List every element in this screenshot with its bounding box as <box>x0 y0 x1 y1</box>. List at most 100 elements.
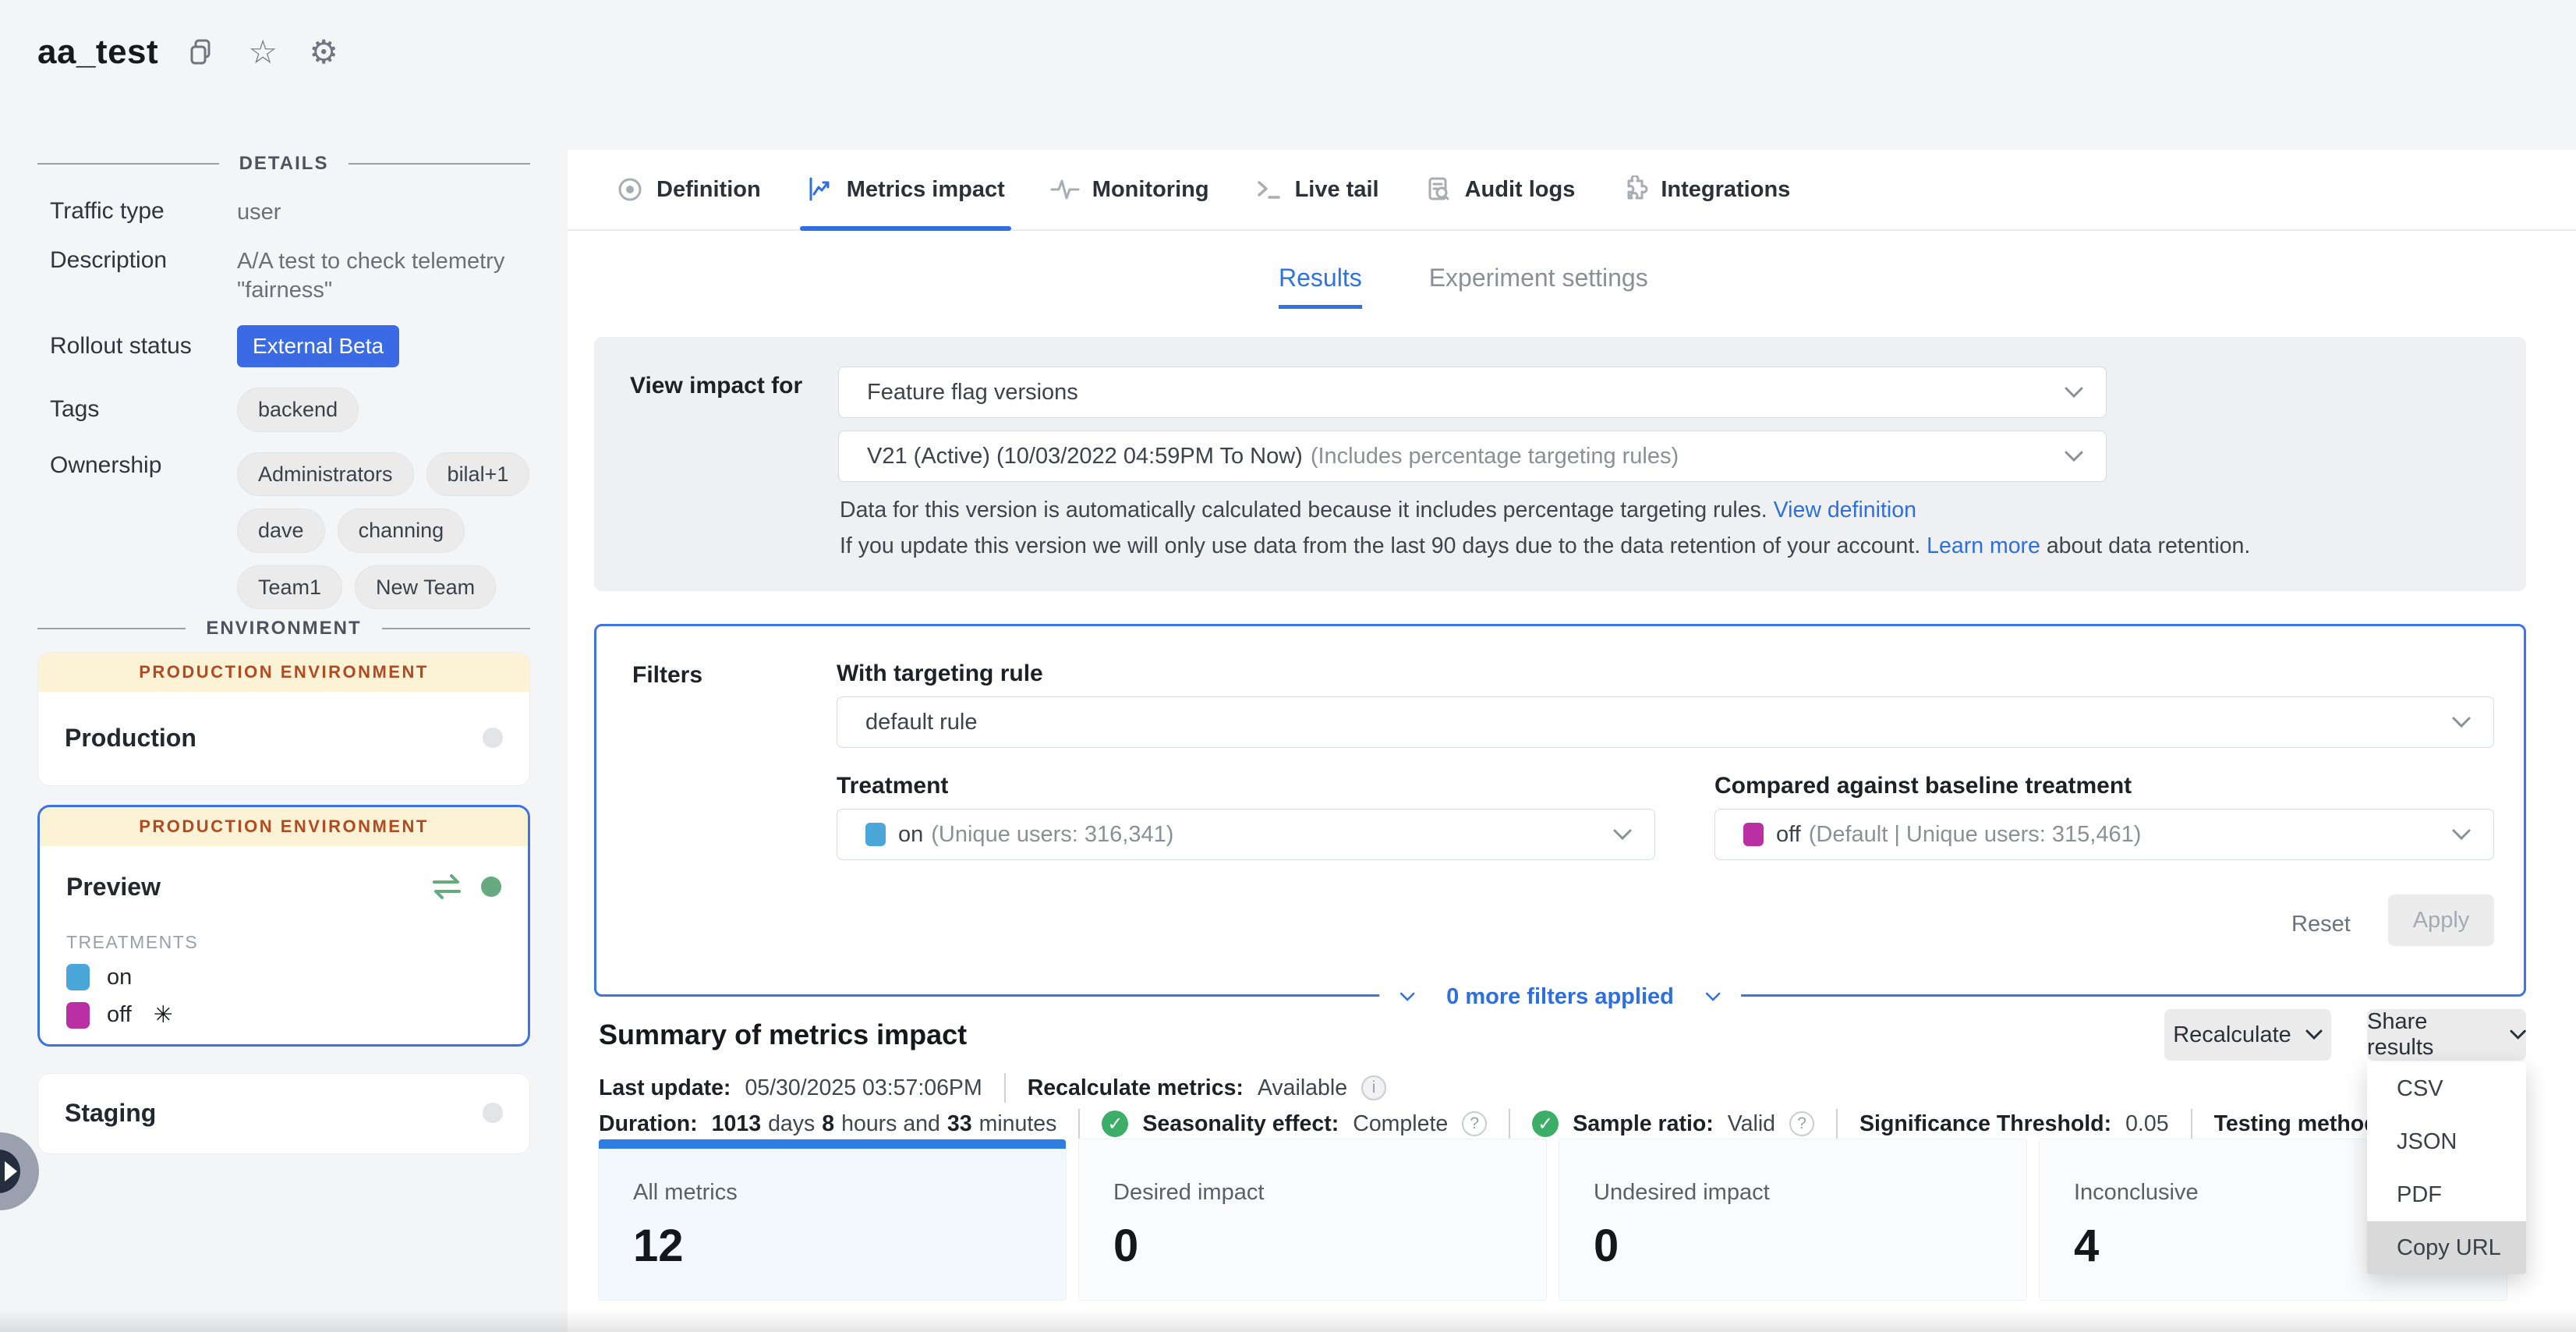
owner-pill[interactable]: bilal+1 <box>426 452 530 497</box>
help-text: If you update this version we will only … <box>840 533 1920 558</box>
subtab-results[interactable]: Results <box>1279 264 1362 309</box>
treatment-on-label: on <box>107 965 132 990</box>
separator <box>1004 1073 1006 1103</box>
environment-card-production[interactable]: PRODUCTION ENVIRONMENT Production <box>37 652 530 786</box>
star-icon[interactable]: ☆ <box>246 35 280 69</box>
targeting-rule-select[interactable]: default rule <box>837 696 2494 748</box>
treatment-off-label: off <box>107 1002 132 1028</box>
duration-label: Duration: <box>599 1111 698 1137</box>
owner-pill[interactable]: New Team <box>355 565 496 610</box>
chevron-down-icon <box>2451 716 2472 728</box>
rollout-status-label: Rollout status <box>50 333 237 360</box>
duration-value: 1013days 8hours and 33minutes <box>712 1111 1057 1137</box>
last-update-value: 05/30/2025 03:57:06PM <box>745 1075 982 1101</box>
environment-card-staging[interactable]: Staging <box>37 1073 530 1154</box>
share-results-menu: CSV JSON PDF Copy URL <box>2367 1062 2526 1274</box>
significance-threshold-label: Significance Threshold: <box>1859 1111 2111 1137</box>
owner-pill[interactable]: dave <box>237 508 325 553</box>
share-results-button[interactable]: Share results <box>2367 1009 2526 1061</box>
version-help-line-2: If you update this version we will only … <box>840 533 2250 559</box>
status-dot-gray <box>483 1103 503 1123</box>
tags-label: Tags <box>50 396 237 423</box>
menu-item-pdf[interactable]: PDF <box>2367 1168 2526 1221</box>
chevron-down-icon <box>2064 386 2084 399</box>
separator <box>2191 1109 2192 1139</box>
tab-label: Live tail <box>1295 177 1379 203</box>
treatment-off-row: off ✳ <box>40 990 528 1029</box>
treatment-detail: (Unique users: 316,341) <box>931 822 1173 848</box>
tab-audit-logs[interactable]: Audit logs <box>1424 150 1576 229</box>
info-icon[interactable]: i <box>1361 1075 1386 1100</box>
details-divider: DETAILS <box>37 153 530 175</box>
details-list: Traffic type user Description A/A test t… <box>50 198 543 609</box>
environment-name: Staging <box>65 1099 156 1128</box>
more-filters-label: 0 more filters applied <box>1446 984 1674 1010</box>
filters-panel: Filters With targeting rule default rule… <box>594 624 2526 997</box>
reset-button[interactable]: Reset <box>2273 901 2369 948</box>
treatment-on-swatch <box>865 823 886 846</box>
description-value: A/A test to check telemetry "fairness" <box>237 247 543 305</box>
tab-monitoring[interactable]: Monitoring <box>1050 150 1209 229</box>
version-type-select[interactable]: Feature flag versions <box>838 367 2107 418</box>
details-title: DETAILS <box>239 153 329 175</box>
menu-item-copy-url[interactable]: Copy URL <box>2367 1221 2526 1274</box>
metric-card-value: 0 <box>1594 1220 1992 1272</box>
traffic-type-value: user <box>237 198 543 227</box>
chevron-down-icon <box>2451 828 2472 841</box>
tab-metrics-impact[interactable]: Metrics impact <box>806 150 1005 229</box>
status-dot-green <box>481 877 501 897</box>
chevron-down-icon <box>1399 992 1415 1002</box>
tab-definition[interactable]: Definition <box>616 150 761 229</box>
flag-header: aa_test ☆ ⚙ <box>37 33 341 72</box>
targeting-rule-value: default rule <box>865 710 978 735</box>
metric-card-value: 0 <box>1113 1220 1512 1272</box>
view-impact-panel: View impact for Feature flag versions V2… <box>594 337 2526 591</box>
help-text: about data retention. <box>2047 533 2250 558</box>
testing-method-label: Testing method: <box>2214 1111 2386 1137</box>
more-filters-toggle[interactable]: 0 more filters applied <box>1379 980 1741 1015</box>
rollout-status-row: Rollout status External Beta <box>50 325 543 367</box>
metric-card-all-metrics[interactable]: All metrics 12 <box>598 1139 1067 1301</box>
view-impact-label: View impact for <box>630 373 802 399</box>
chevron-down-icon <box>2064 450 2084 462</box>
owner-pill[interactable]: Team1 <box>237 565 342 610</box>
targeting-rule-label: With targeting rule <box>837 661 1043 687</box>
description-row: Description A/A test to check telemetry … <box>50 247 543 305</box>
version-value: V21 (Active) (10/03/2022 04:59PM To Now) <box>867 444 1303 469</box>
treatment-on-swatch <box>66 964 90 990</box>
gear-icon[interactable]: ⚙ <box>306 35 341 69</box>
baseline-treatment-select[interactable]: off (Default | Unique users: 315,461) <box>1714 809 2494 860</box>
menu-item-json[interactable]: JSON <box>2367 1115 2526 1168</box>
rollout-status-badge[interactable]: External Beta <box>237 325 399 367</box>
recalculate-button[interactable]: Recalculate <box>2164 1009 2331 1061</box>
last-update-label: Last update: <box>599 1075 731 1101</box>
chevron-down-icon <box>2305 1029 2323 1040</box>
tag-pill[interactable]: backend <box>237 388 359 432</box>
summary-title: Summary of metrics impact <box>599 1018 967 1051</box>
subtab-experiment-settings[interactable]: Experiment settings <box>1429 264 1648 292</box>
environment-card-preview[interactable]: PRODUCTION ENVIRONMENT Preview TREATMENT… <box>37 805 530 1047</box>
help-icon[interactable]: ? <box>1462 1111 1487 1136</box>
status-line-1: Last update: 05/30/2025 03:57:06PM Recal… <box>599 1073 1386 1103</box>
owner-pill[interactable]: Administrators <box>237 452 414 497</box>
metric-card-value: 12 <box>633 1220 1031 1272</box>
tab-integrations[interactable]: Integrations <box>1620 150 1790 229</box>
owner-pill[interactable]: channing <box>338 508 465 553</box>
learn-more-link[interactable]: Learn more <box>1927 533 2040 558</box>
status-line-2: Duration: 1013days 8hours and 33minutes … <box>599 1109 2439 1139</box>
baseline-treatment-label: Compared against baseline treatment <box>1714 773 2132 799</box>
copy-icon[interactable] <box>185 35 219 69</box>
tab-live-tail[interactable]: Live tail <box>1254 150 1379 229</box>
version-select[interactable]: V21 (Active) (10/03/2022 04:59PM To Now)… <box>838 430 2107 482</box>
apply-button[interactable]: Apply <box>2388 894 2494 946</box>
menu-item-csv[interactable]: CSV <box>2367 1062 2526 1115</box>
treatment-select[interactable]: on (Unique users: 316,341) <box>837 809 1655 860</box>
chevron-down-icon <box>2510 1029 2526 1040</box>
sample-ratio-value: Valid <box>1728 1111 1775 1137</box>
view-definition-link[interactable]: View definition <box>1774 498 1916 523</box>
metric-card-desired-impact[interactable]: Desired impact 0 <box>1078 1139 1547 1301</box>
tags-row: Tags backend <box>50 388 543 432</box>
help-icon[interactable]: ? <box>1789 1111 1814 1136</box>
default-treatment-asterisk-icon: ✳ <box>154 1001 173 1029</box>
metric-card-undesired-impact[interactable]: Undesired impact 0 <box>1559 1139 2027 1301</box>
